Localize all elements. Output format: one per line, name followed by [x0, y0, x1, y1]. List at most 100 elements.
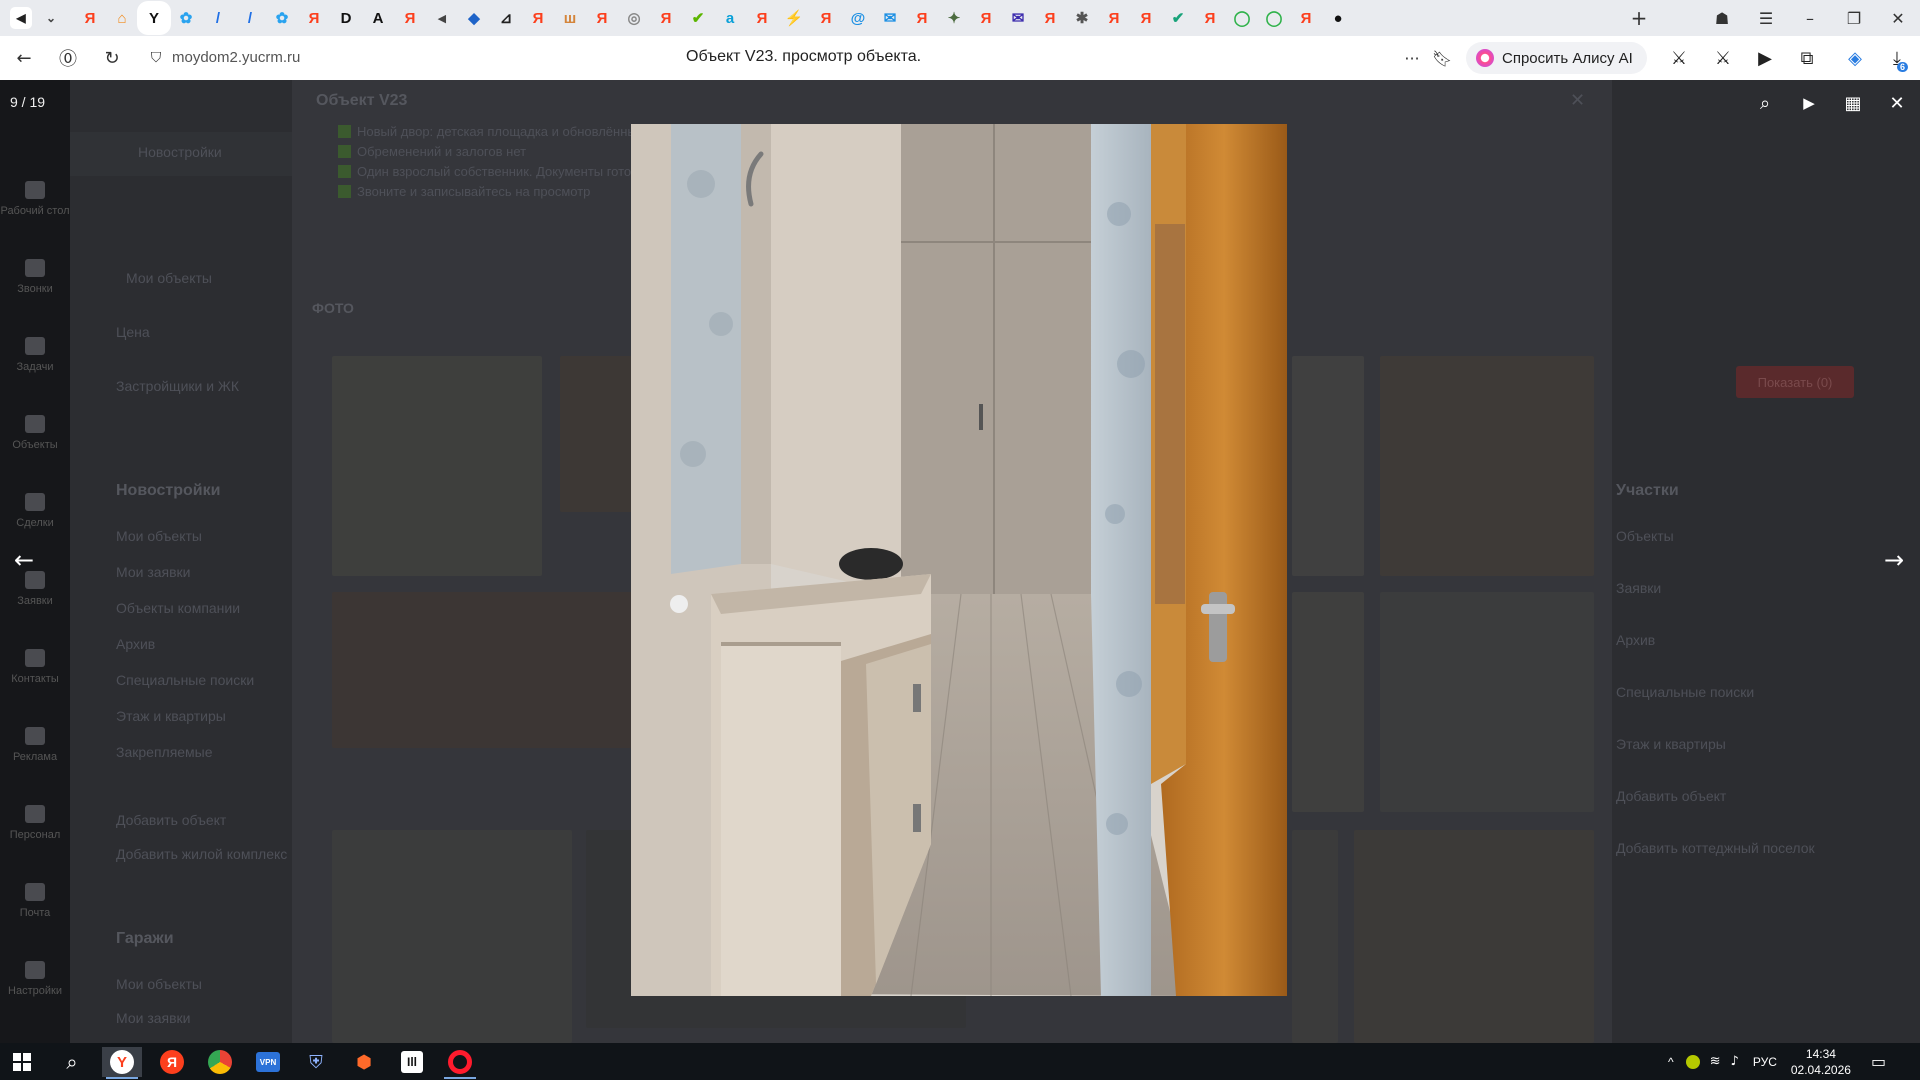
yandex-taskbar-icon[interactable]: Я [152, 1047, 192, 1077]
tab-favicon-icon[interactable]: ✉ [1007, 7, 1029, 29]
tab-favicon-icon[interactable]: ⊿ [495, 7, 517, 29]
tab-favicon-icon[interactable]: Я [1039, 7, 1061, 29]
next-photo-arrow-icon[interactable]: → [1876, 542, 1912, 578]
tab-favicon-icon[interactable]: Я [1295, 7, 1317, 29]
restore-button[interactable]: ❐ [1832, 9, 1876, 28]
object-modal-close-icon[interactable]: ✕ [1570, 90, 1585, 111]
tab-favicon-icon[interactable]: Я [815, 7, 837, 29]
photo-thumbnail[interactable] [332, 830, 572, 1043]
notifications-icon[interactable]: ▭ [1871, 1052, 1886, 1071]
tab-favicon-icon[interactable]: ● [1327, 7, 1349, 29]
tab-favicon-icon[interactable]: ✿ [271, 7, 293, 29]
crm-section2-item[interactable]: Мои заявки [116, 1010, 190, 1026]
photo-thumbnail[interactable] [1292, 592, 1364, 812]
crm-nav-item[interactable]: Реклама [0, 706, 70, 784]
tab-favicon-icon[interactable]: ◆ [463, 7, 485, 29]
photo-thumbnail[interactable] [1292, 830, 1338, 1043]
opera-taskbar-icon[interactable] [440, 1047, 480, 1079]
photo-thumbnail[interactable] [1380, 356, 1594, 576]
tab-favicon-icon[interactable]: @ [847, 7, 869, 29]
crm-section1-item[interactable]: Этаж и квартиры [116, 708, 226, 724]
network-icon[interactable]: ≋ [1710, 1054, 1721, 1069]
input-language[interactable]: РУС [1753, 1055, 1777, 1069]
reload-button[interactable]: ↻ [98, 44, 126, 72]
tab-audio-icon[interactable]: ◀ [10, 7, 32, 29]
right-section-item[interactable]: Специальные поиски [1616, 684, 1754, 700]
crm-filter-developers[interactable]: Застройщики и ЖК [116, 378, 239, 394]
tab-favicon-icon[interactable]: ⚡ [783, 7, 805, 29]
clock[interactable]: 14:34 02.04.2026 [1791, 1046, 1851, 1078]
browser-menu-icon[interactable]: ☰ [1744, 9, 1788, 28]
close-viewer-icon[interactable]: ✕ [1884, 90, 1910, 116]
crm-section1-item[interactable]: Специальные поиски [116, 672, 254, 688]
crm-add-object-link[interactable]: Добавить объект [116, 812, 226, 828]
crm-breadcrumb[interactable]: Новостройки [138, 144, 222, 160]
tab-favicon-icon[interactable]: Я [399, 7, 421, 29]
photo-thumbnail[interactable] [1292, 356, 1364, 576]
crm-nav-item[interactable]: Почта [0, 862, 70, 940]
tab-favicon-icon[interactable]: Y [143, 7, 165, 29]
right-section-item[interactable]: Архив [1616, 632, 1655, 648]
chrome-taskbar-icon[interactable] [200, 1047, 240, 1077]
crm-section1-item[interactable]: Закрепляемые [116, 744, 213, 760]
extensions-icon[interactable]: ⧉ [1794, 46, 1820, 70]
stats-app-taskbar-icon[interactable]: Ill [392, 1047, 432, 1077]
tab-favicon-icon[interactable]: / [239, 7, 261, 29]
shield-app-taskbar-icon[interactable]: ⛨ [296, 1047, 336, 1077]
crm-add-residential-link[interactable]: Добавить жилой комплекс [116, 846, 287, 862]
tab-favicon-icon[interactable]: D [335, 7, 357, 29]
tab-favicon-icon[interactable]: ⌂ [111, 7, 133, 29]
tab-favicon-icon[interactable]: Я [79, 7, 101, 29]
brave-taskbar-icon[interactable]: ⬢ [344, 1047, 384, 1077]
crm-nav-item[interactable]: Рабочий стол [0, 160, 70, 238]
right-section-item[interactable]: Объекты [1616, 528, 1674, 544]
tray-app-icon[interactable] [1685, 1054, 1700, 1069]
tab-favicon-icon[interactable]: / [207, 7, 229, 29]
crm-section1-item[interactable]: Объекты компании [116, 600, 240, 616]
new-tab-button[interactable]: + [1624, 6, 1654, 30]
tab-favicon-icon[interactable]: Я [1103, 7, 1125, 29]
tab-list-chevron-icon[interactable]: ⌄ [40, 7, 62, 29]
crm-nav-item[interactable]: Настройки [0, 940, 70, 1018]
right-section-item[interactable]: Заявки [1616, 580, 1661, 596]
tab-favicon-icon[interactable]: Я [303, 7, 325, 29]
ask-alice-button[interactable]: Спросить Алису AI [1466, 42, 1647, 74]
right-section-item[interactable]: Добавить объект [1616, 788, 1726, 804]
crm-filter-my-objects[interactable]: Мои объекты [126, 270, 212, 286]
photo-thumbnail[interactable] [1380, 592, 1594, 812]
close-window-button[interactable]: ✕ [1876, 9, 1920, 28]
photo-thumbnail[interactable] [332, 592, 634, 748]
tab-favicon-icon[interactable]: ✦ [943, 7, 965, 29]
photo-thumbnail[interactable] [1354, 830, 1594, 1043]
site-security-icon[interactable]: ⛉ [142, 44, 170, 72]
crm-section1-item[interactable]: Архив [116, 636, 155, 652]
tab-favicon-icon[interactable]: ✔ [1167, 7, 1189, 29]
show-results-button[interactable]: Показать (0) [1736, 366, 1854, 398]
reader-icon[interactable]: ⓪ [54, 44, 82, 72]
url-field[interactable]: moydom2.yucrm.ru [172, 49, 300, 66]
tab-favicon-icon[interactable]: A [367, 7, 389, 29]
profile-icon[interactable]: ☗ [1700, 9, 1744, 28]
tab-favicon-icon[interactable]: Я [751, 7, 773, 29]
zoom-icon[interactable]: ⌕ [1752, 90, 1778, 116]
tab-favicon-icon[interactable]: Я [1199, 7, 1221, 29]
tab-favicon-icon[interactable]: Я [1135, 7, 1157, 29]
tab-favicon-icon[interactable]: Я [911, 7, 933, 29]
back-button[interactable]: ← [10, 44, 38, 72]
vpn-taskbar-icon[interactable]: VPN [248, 1047, 288, 1077]
tab-favicon-icon[interactable]: ◯ [1263, 7, 1285, 29]
tab-favicon-icon[interactable]: Я [591, 7, 613, 29]
media-play-icon[interactable]: ▶ [1752, 46, 1778, 70]
yandex-browser-taskbar-icon[interactable]: Y [102, 1047, 142, 1079]
tab-favicon-icon[interactable]: ◯ [1231, 7, 1253, 29]
tab-favicon-icon[interactable]: ш [559, 7, 581, 29]
thumbnails-grid-icon[interactable]: ▦ [1840, 90, 1866, 116]
extension-tools2-icon[interactable]: ⚔ [1710, 46, 1736, 70]
minimize-button[interactable]: – [1788, 9, 1832, 28]
photo-thumbnail[interactable] [332, 356, 542, 576]
crm-nav-item[interactable]: Контакты [0, 628, 70, 706]
crm-filter-price[interactable]: Цена [116, 324, 150, 340]
crm-section1-item[interactable]: Мои заявки [116, 564, 190, 580]
tab-favicon-icon[interactable]: Я [655, 7, 677, 29]
bookmark-icon[interactable]: 🔖︎ [1428, 44, 1456, 72]
